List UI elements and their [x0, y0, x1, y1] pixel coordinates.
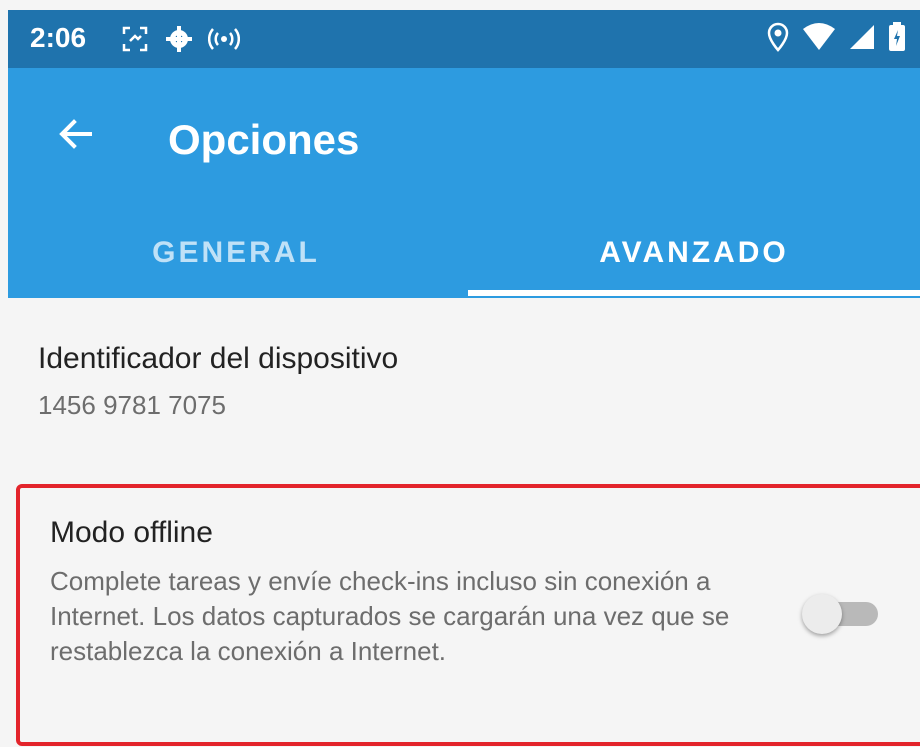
app-screen: 2:06 Opciones GENERAL AVANZADO Identific… — [8, 10, 920, 747]
settings-icon — [164, 24, 194, 59]
status-time: 2:06 — [30, 22, 87, 53]
tab-general[interactable]: GENERAL — [8, 230, 464, 298]
device-id-title: Identificador del dispositivo — [38, 342, 399, 375]
offline-mode-description: Complete tareas y envíe check-ins inclus… — [50, 566, 730, 666]
wifi-icon — [802, 23, 836, 56]
location-icon — [766, 22, 790, 57]
status-bar: 2:06 — [8, 10, 920, 68]
app-bar: Opciones GENERAL AVANZADO — [8, 68, 920, 298]
back-button[interactable] — [52, 110, 100, 158]
screenshot-icon — [120, 24, 150, 59]
status-icons-left — [120, 24, 240, 59]
page-title: Opciones — [168, 116, 360, 163]
status-icons-right — [766, 22, 906, 57]
device-id-value: 1456 9781 7075 — [38, 390, 226, 420]
offline-mode-toggle[interactable] — [802, 594, 882, 634]
hotspot-icon — [208, 27, 240, 56]
device-id-setting[interactable]: Identificador del dispositivo 1456 9781 … — [38, 342, 398, 421]
toggle-thumb — [802, 594, 842, 634]
battery-icon — [888, 22, 906, 57]
tab-avanzado[interactable]: AVANZADO — [468, 230, 920, 298]
tab-indicator — [468, 290, 920, 296]
offline-mode-setting[interactable]: Modo offline Complete tareas y envíe che… — [16, 484, 920, 746]
offline-mode-title: Modo offline — [50, 516, 213, 549]
arrow-back-icon — [52, 119, 100, 162]
tab-label: GENERAL — [152, 236, 320, 269]
tab-label: AVANZADO — [599, 236, 789, 269]
signal-icon — [848, 23, 876, 56]
